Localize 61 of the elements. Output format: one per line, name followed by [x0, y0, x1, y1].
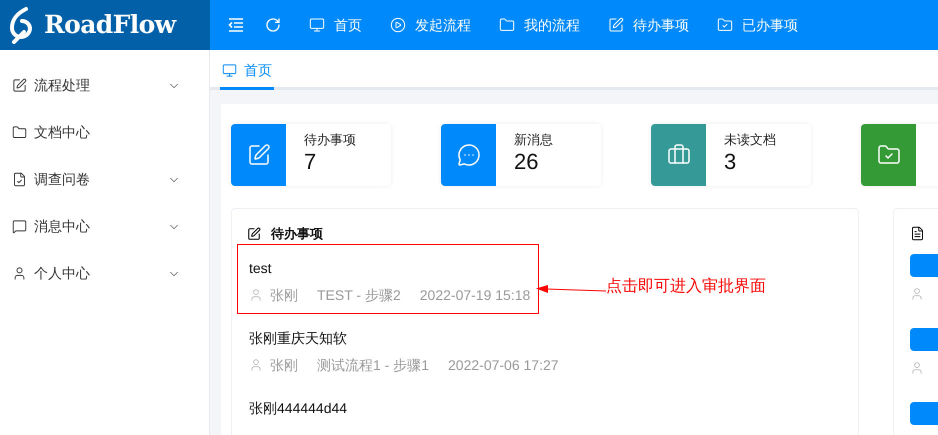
- chat-bubble-icon: [456, 143, 480, 167]
- pen-square-icon: [12, 78, 27, 93]
- nav-link[interactable]: 已办事项: [717, 15, 798, 35]
- user-icon: [249, 358, 263, 372]
- todo-title: 张刚444444d44: [249, 398, 348, 416]
- stat-label: 未读文档: [724, 131, 776, 149]
- folder-check-icon: [876, 143, 900, 167]
- nav-link[interactable]: 待办事项: [608, 15, 689, 35]
- stat-value: 26: [514, 149, 540, 175]
- monitor-icon: [309, 17, 325, 33]
- folder-check-icon: [717, 17, 733, 33]
- todo-title: test: [249, 258, 273, 276]
- status-tag: [910, 254, 938, 277]
- menu-fold-icon[interactable]: [228, 18, 244, 32]
- status-tag: [910, 402, 938, 425]
- file-check-icon: [12, 172, 27, 187]
- todo-time: 2022-07-19 15:18: [420, 286, 530, 304]
- todo-item[interactable]: test 张刚 TEST - 步骤2 2022-07-19 15:18: [237, 244, 539, 314]
- nav-link[interactable]: 我的流程: [499, 15, 580, 35]
- status-tag: [910, 328, 938, 351]
- monitor-icon: [222, 62, 237, 78]
- refresh-icon[interactable]: [265, 17, 281, 33]
- todo-time: 2022-07-06 17:27: [448, 356, 559, 374]
- logo-text: RoadFlow: [44, 9, 176, 42]
- stat-value: 3: [724, 149, 738, 175]
- todo-step: 测试流程1 - 步骤1: [317, 354, 430, 376]
- sidebar-item[interactable]: 调查问卷: [0, 156, 209, 203]
- annotation-text: 点击即可进入审批界面: [606, 276, 766, 297]
- document-icon: [910, 226, 925, 241]
- stat-card[interactable]: 未读文档 3: [651, 124, 811, 186]
- folder-icon: [12, 125, 27, 140]
- nav-link[interactable]: 发起流程: [390, 15, 471, 35]
- stat-label: 新消息: [514, 131, 553, 149]
- nav-link[interactable]: 首页: [309, 15, 362, 35]
- folder-icon: [499, 17, 515, 33]
- sidebar-item[interactable]: 消息中心: [0, 203, 209, 250]
- annotation-arrow: [536, 284, 606, 294]
- todo-title: 张刚重庆天知软: [249, 328, 348, 346]
- pen-square-icon: [247, 226, 261, 241]
- todo-item[interactable]: 张刚重庆天知软 张刚 测试流程1 - 步骤1 2022-07-06 17:27: [237, 314, 562, 384]
- briefcase-icon: [666, 143, 690, 167]
- stat-value: 7: [304, 149, 318, 175]
- todo-item[interactable]: 张刚444444d44: [237, 384, 539, 435]
- todo-step: TEST - 步骤2: [317, 284, 401, 306]
- sidebar-item[interactable]: 文档中心: [0, 109, 209, 156]
- pen-square-icon: [608, 17, 624, 33]
- pen-square-icon: [246, 143, 270, 167]
- play-icon: [390, 17, 406, 33]
- stat-card[interactable]: 待办事项 7: [231, 124, 391, 186]
- user-icon: [910, 361, 924, 375]
- user-icon: [910, 287, 924, 301]
- tab[interactable]: 首页: [220, 53, 274, 90]
- todo-user: 张刚: [270, 356, 298, 374]
- sidebar-item[interactable]: 个人中心: [0, 250, 209, 297]
- user-icon: [12, 266, 27, 281]
- user-icon: [249, 288, 263, 302]
- sidebar-item[interactable]: 流程处理: [0, 62, 209, 109]
- panel-title: 待办事项: [271, 225, 323, 243]
- todo-user: 张刚: [270, 286, 298, 304]
- stat-card[interactable]: 新消息 26: [441, 124, 601, 186]
- stat-label: 待办事项: [304, 131, 356, 149]
